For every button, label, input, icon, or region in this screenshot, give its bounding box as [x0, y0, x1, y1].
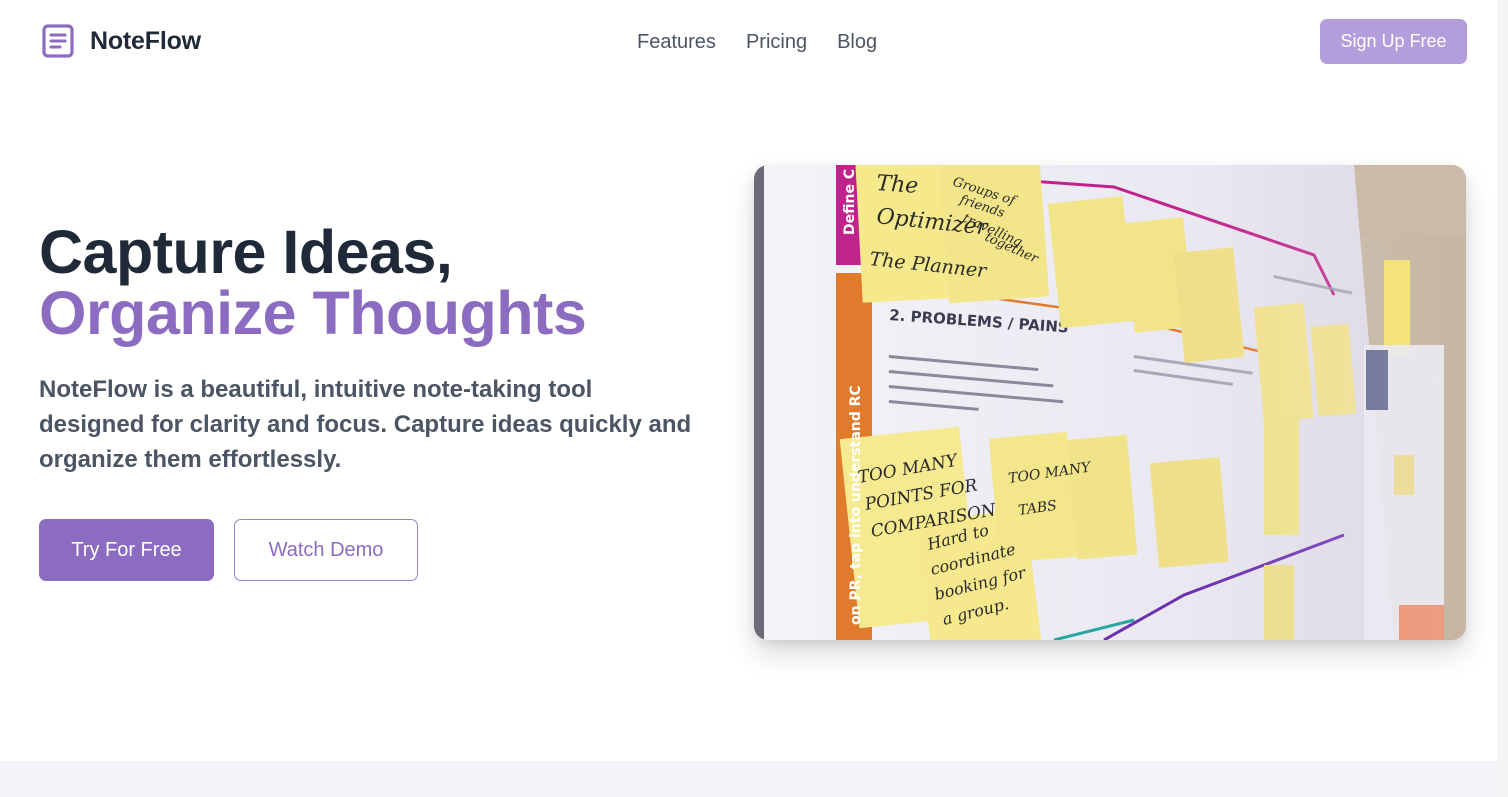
main-nav: Features Pricing Blog [637, 28, 877, 56]
next-section-band [0, 761, 1508, 797]
hero-description: NoteFlow is a beautiful, intuitive note-… [39, 376, 692, 473]
page-scrollbar[interactable] [1497, 0, 1508, 797]
document-lines-icon [42, 24, 74, 58]
watch-demo-button[interactable]: Watch Demo [234, 519, 418, 581]
nav-link-pricing[interactable]: Pricing [746, 28, 807, 56]
brand-name: NoteFlow [90, 26, 201, 55]
nav-link-blog[interactable]: Blog [837, 28, 877, 56]
hero-title-line1: Capture Ideas, [39, 218, 453, 286]
hero-image: 2. PROBLEMS / PAINS [754, 165, 1466, 640]
hero-title-line2: Organize Thoughts [39, 279, 587, 347]
brand[interactable]: NoteFlow [42, 24, 201, 58]
site-header: NoteFlow Features Pricing Blog Sign Up F… [0, 0, 1508, 84]
hero-title: Capture Ideas, Organize Thoughts [39, 218, 587, 347]
sticky-notes-illustration: 2. PROBLEMS / PAINS [754, 165, 1466, 640]
sign-up-button[interactable]: Sign Up Free [1320, 19, 1467, 64]
try-for-free-button[interactable]: Try For Free [39, 519, 214, 581]
nav-link-features[interactable]: Features [637, 28, 716, 56]
